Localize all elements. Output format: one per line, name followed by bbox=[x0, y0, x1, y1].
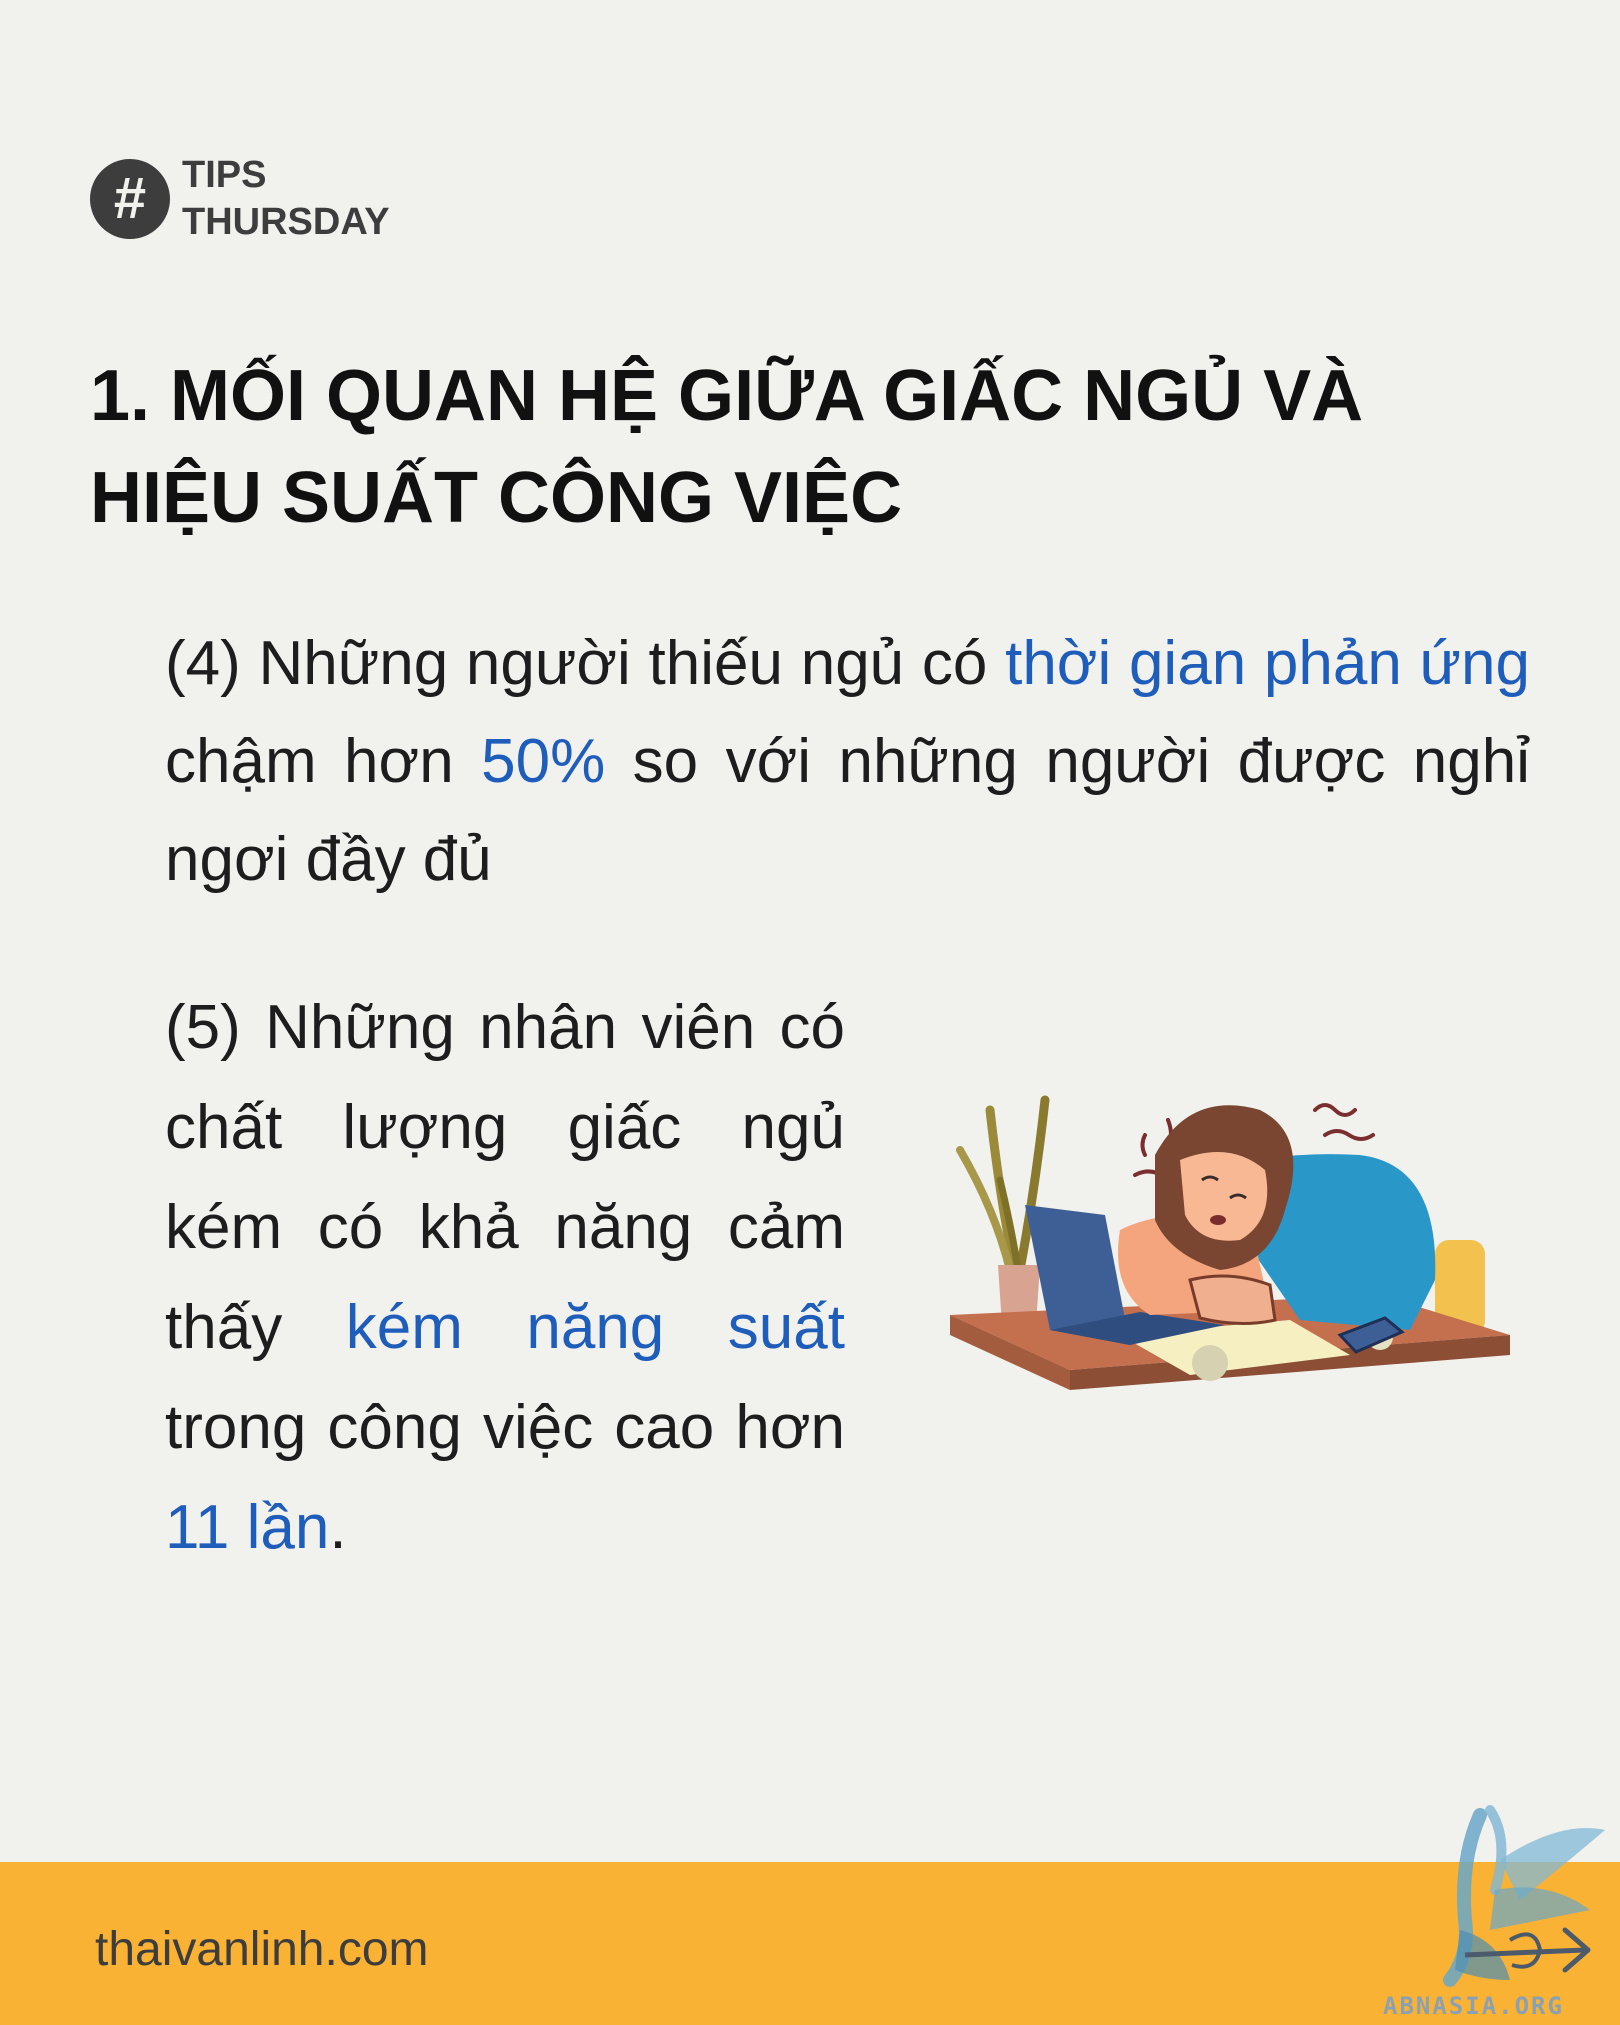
point-4-highlight-percent: 50% bbox=[481, 727, 606, 796]
section-title: 1. MỐI QUAN HỆ GIỮA GIẤC NGỦ VÀ HIỆU SUẤ… bbox=[90, 356, 1364, 538]
abnasia-logo-text: ABNASIA.ORG bbox=[1383, 1992, 1564, 2020]
point-4-prefix: (4) Những người thiếu ngủ có bbox=[165, 629, 1006, 698]
tired-worker-illustration bbox=[950, 1095, 1510, 1390]
point-4-highlight-reaction-time: thời gian phản ứng bbox=[1005, 629, 1531, 698]
tag-line-2: THURSDAY bbox=[182, 201, 390, 243]
tips-thursday-tag: # TIPS THURSDAY bbox=[90, 152, 390, 246]
tag-label: TIPS THURSDAY bbox=[182, 152, 390, 246]
point-5-paragraph: (5) Những nhân viên có chất lượng giấc n… bbox=[165, 978, 845, 1578]
website-link[interactable]: thaivanlinh.com bbox=[95, 1920, 429, 1980]
tag-line-1: TIPS bbox=[182, 154, 267, 196]
point-4-middle: chậm hơn bbox=[165, 727, 482, 796]
point-5-middle: trong công việc cao hơn bbox=[165, 1393, 845, 1462]
point-4-paragraph: (4) Những người thiếu ngủ có thời gian p… bbox=[165, 615, 1530, 909]
abnasia-logo-icon bbox=[1443, 1805, 1605, 1987]
hashtag-icon: # bbox=[90, 159, 170, 239]
point-5-highlight-times: 11 lần bbox=[165, 1493, 330, 1562]
point-5-highlight-productivity: kém năng suất bbox=[345, 1293, 845, 1362]
point-5-suffix: . bbox=[329, 1493, 347, 1562]
